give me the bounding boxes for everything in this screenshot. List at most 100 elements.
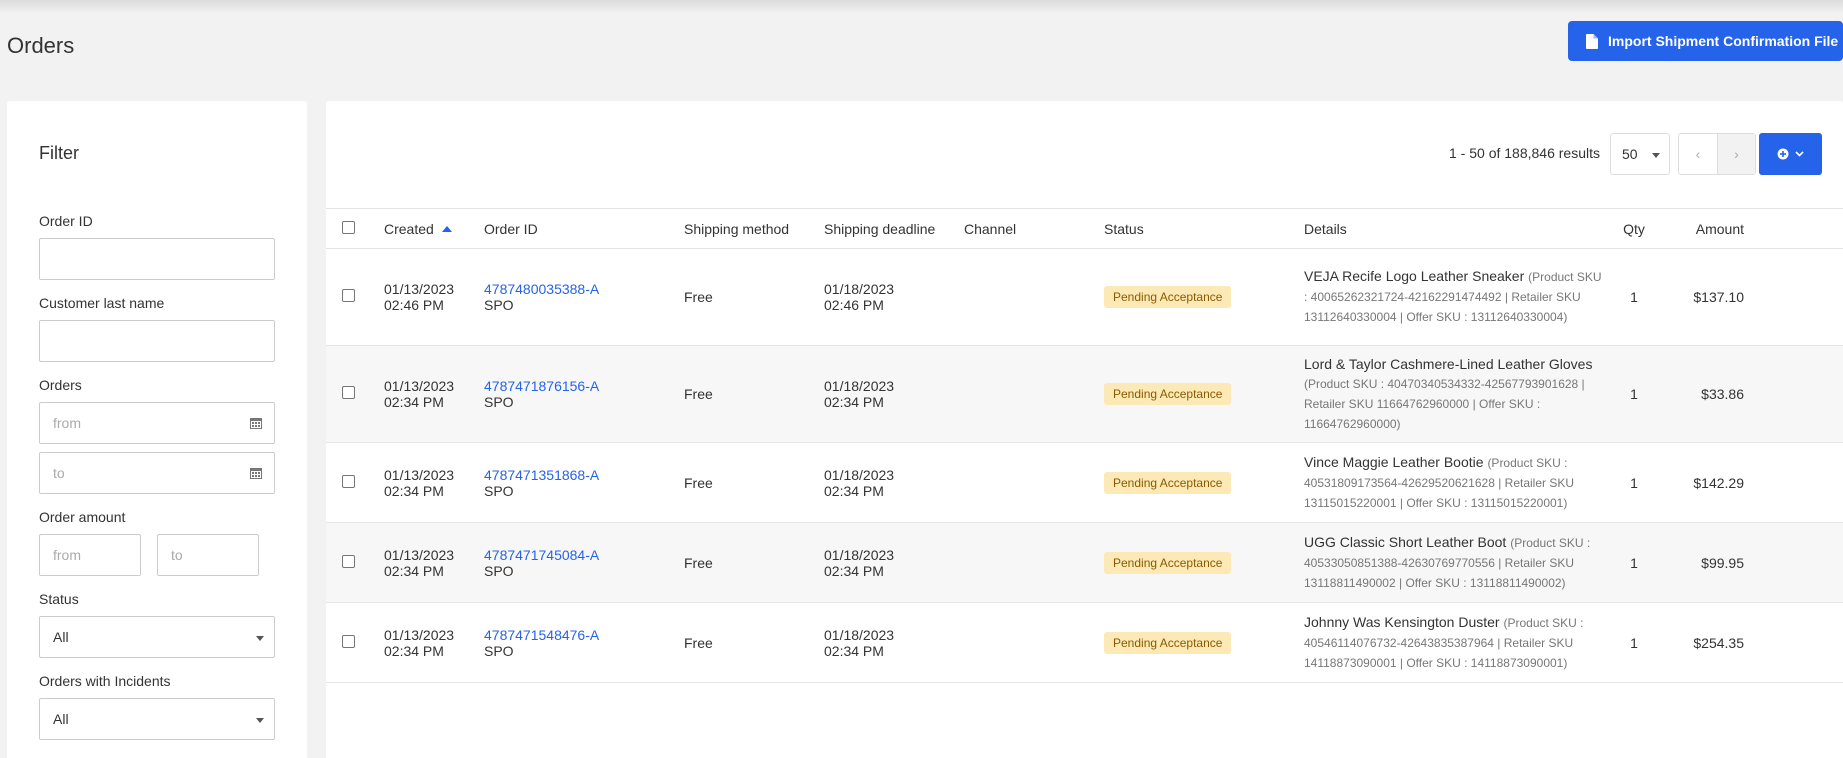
amount: $33.86: [1701, 386, 1744, 402]
order-type: SPO: [484, 562, 514, 579]
qty-column-header: Qty: [1623, 220, 1645, 237]
row-select-cell: [326, 443, 384, 523]
table-row[interactable]: 01/13/2023 02:34 PM 4787471876156-A SPO …: [326, 345, 1843, 443]
per-page-value: 50: [1622, 146, 1638, 162]
amount-column-header: Amount: [1695, 220, 1744, 237]
product-name: Vince Maggie Leather Bootie: [1304, 453, 1484, 470]
created-time: 02:34 PM: [384, 562, 444, 579]
customer-last-name-input[interactable]: [39, 320, 275, 362]
product-name: Johnny Was Kensington Duster: [1304, 613, 1500, 630]
amount: $137.10: [1693, 289, 1744, 305]
select-all-checkbox[interactable]: [342, 220, 355, 234]
calendar-icon[interactable]: [250, 417, 262, 429]
spacer-cell: [1744, 443, 1843, 523]
incidents-label: Orders with Incidents: [39, 673, 171, 689]
product-name: Lord & Taylor Cashmere-Lined Leather Glo…: [1304, 355, 1593, 372]
import-button-label: Import Shipment Confirmation File: [1608, 33, 1839, 49]
status-select[interactable]: All: [39, 616, 275, 658]
incidents-select[interactable]: All: [39, 698, 275, 740]
order-id-cell: 4787471548476-A SPO: [484, 603, 684, 683]
product-sku-text: (Product SKU : 40470340534332-4256779390…: [1304, 376, 1585, 431]
order-type: SPO: [484, 642, 514, 659]
channel: [964, 443, 1104, 523]
created-cell: 01/13/2023 02:34 PM: [384, 523, 484, 603]
qty: 1: [1630, 634, 1638, 651]
row-checkbox[interactable]: [342, 289, 355, 302]
deadline-cell: 01/18/2023 02:34 PM: [824, 603, 964, 683]
created-column-header[interactable]: Created: [384, 209, 484, 249]
calendar-icon[interactable]: [250, 467, 262, 479]
table-row[interactable]: 01/13/2023 02:34 PM 4787471745084-A SPO …: [326, 522, 1843, 603]
order-id-link[interactable]: 4787480035388-A: [484, 281, 684, 297]
row-checkbox[interactable]: [342, 386, 355, 399]
created-date: 01/13/2023: [384, 626, 455, 643]
deadline-cell: 01/18/2023 02:34 PM: [824, 443, 964, 523]
status-cell: Pending Acceptance: [1104, 346, 1304, 443]
qty: 1: [1630, 386, 1638, 402]
deadline-time: 02:34 PM: [824, 482, 884, 499]
product-name: UGG Classic Short Leather Boot: [1304, 533, 1507, 550]
row-select-cell: [326, 346, 384, 443]
created-cell: 01/13/2023 02:34 PM: [384, 346, 484, 443]
created-cell: 01/13/2023 02:46 PM: [384, 249, 484, 346]
amount: $99.95: [1701, 554, 1744, 571]
order-amount-label: Order amount: [39, 509, 126, 525]
shipping-method: Free: [684, 386, 713, 402]
row-checkbox[interactable]: [342, 634, 355, 648]
status-badge: Pending Acceptance: [1104, 551, 1232, 574]
order-id-cell: 4787480035388-A SPO: [484, 249, 684, 346]
orders-to-date-input[interactable]: to: [39, 452, 275, 494]
order-id-link[interactable]: 4787471876156-A: [484, 378, 684, 394]
table-row[interactable]: 01/13/2023 02:34 PM 4787471351868-A SPO …: [326, 443, 1843, 523]
channel: [964, 603, 1104, 683]
status-cell: Pending Acceptance: [1104, 249, 1304, 346]
amount-to-input[interactable]: to: [157, 534, 259, 576]
order-type: SPO: [484, 394, 514, 410]
next-page-button[interactable]: ›: [1716, 134, 1755, 174]
amount: $142.29: [1693, 474, 1744, 491]
amount-from-input[interactable]: from: [39, 534, 141, 576]
status-cell: Pending Acceptance: [1104, 443, 1304, 523]
orders-from-date-input[interactable]: from: [39, 402, 275, 444]
created-time: 02:34 PM: [384, 394, 444, 410]
shipping-method: Free: [684, 289, 713, 305]
shipping-method: Free: [684, 554, 713, 571]
table-row[interactable]: 01/13/2023 02:46 PM 4787480035388-A SPO …: [326, 249, 1843, 346]
order-id-link[interactable]: 4787471351868-A: [484, 467, 684, 483]
details-cell: Lord & Taylor Cashmere-Lined Leather Glo…: [1304, 346, 1604, 443]
prev-page-button[interactable]: ‹: [1679, 134, 1717, 174]
deadline-time: 02:34 PM: [824, 394, 884, 410]
created-time: 02:34 PM: [384, 482, 444, 499]
deadline-date: 01/18/2023: [824, 626, 895, 643]
spacer-cell: [1744, 346, 1843, 443]
table-row[interactable]: 01/13/2023 02:34 PM 4787471548476-A SPO …: [326, 603, 1843, 683]
deadline-cell: 01/18/2023 02:46 PM: [824, 249, 964, 346]
status-badge: Pending Acceptance: [1104, 631, 1232, 654]
amount: $254.35: [1693, 634, 1744, 651]
row-checkbox[interactable]: [342, 474, 355, 488]
filter-title: Filter: [39, 143, 79, 163]
order-id-input[interactable]: [39, 238, 275, 280]
order-id-link[interactable]: 4787471548476-A: [484, 627, 684, 643]
row-checkbox[interactable]: [342, 554, 355, 568]
import-shipment-confirmation-button[interactable]: Import Shipment Confirmation File: [1568, 21, 1843, 61]
orders-table: Created Order ID Shipping method Shippin…: [326, 208, 1843, 683]
per-page-select[interactable]: 50: [1610, 133, 1670, 175]
results-summary: 1 - 50 of 188,846 results: [1449, 145, 1600, 161]
order-id-label: Order ID: [39, 213, 93, 229]
actions-menu-button[interactable]: [1759, 133, 1822, 175]
shipping-deadline-column-header[interactable]: Shipping deadline: [824, 209, 964, 249]
details-cell: UGG Classic Short Leather Boot (Product …: [1304, 523, 1604, 603]
order-id-cell: 4787471351868-A SPO: [484, 443, 684, 523]
amount-from-placeholder: from: [53, 547, 81, 563]
orders-date-label: Orders: [39, 377, 82, 393]
channel: [964, 346, 1104, 443]
channel: [964, 249, 1104, 346]
shipping-method: Free: [684, 474, 713, 491]
top-shadow-bar: [0, 0, 1843, 14]
plus-circle-icon: [1777, 148, 1789, 160]
order-id-column-header[interactable]: Order ID: [484, 209, 684, 249]
created-header-label: Created: [384, 220, 434, 237]
order-id-link[interactable]: 4787471745084-A: [484, 547, 684, 563]
chevron-down-icon: [1652, 153, 1660, 158]
